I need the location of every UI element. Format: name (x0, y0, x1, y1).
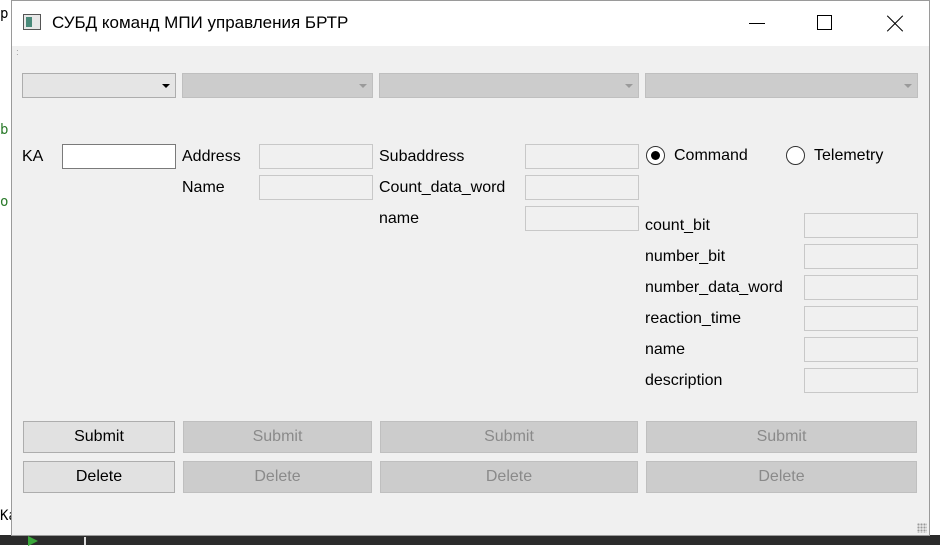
address-combobox[interactable] (182, 73, 373, 98)
count-data-word-field[interactable] (525, 175, 639, 200)
subaddress-name-field[interactable] (525, 206, 639, 231)
detail-delete-button[interactable]: Delete (646, 461, 917, 493)
minimize-button[interactable] (734, 1, 780, 46)
description-label: description (645, 372, 723, 389)
command-radio[interactable] (646, 146, 665, 165)
subaddress-name-label: name (379, 210, 420, 227)
subaddress-delete-button[interactable]: Delete (380, 461, 638, 493)
number-bit-field[interactable] (804, 244, 918, 269)
background-text: o (0, 194, 9, 210)
close-button[interactable] (870, 1, 916, 46)
reaction-time-field[interactable] (804, 306, 918, 331)
subaddress-label: Subaddress (379, 148, 465, 165)
title-bar[interactable]: СУБД команд МПИ управления БРТР (12, 1, 929, 46)
reaction-time-label: reaction_time (645, 310, 742, 327)
address-label: Address (182, 148, 241, 165)
detail-combobox[interactable] (645, 73, 918, 98)
app-icon (23, 14, 41, 30)
address-submit-button[interactable]: Submit (183, 421, 372, 453)
window-title: СУБД команд МПИ управления БРТР (52, 13, 349, 32)
chevron-down-icon (625, 84, 633, 88)
name-label: Name (182, 179, 225, 196)
description-field[interactable] (804, 368, 918, 393)
background-taskbar (0, 535, 940, 545)
app-window: СУБД команд МПИ управления БРТР · · KA Ad… (11, 0, 930, 536)
count-bit-label: count_bit (645, 217, 710, 234)
background-text: b (0, 122, 9, 138)
address-field[interactable] (259, 144, 373, 169)
address-delete-button[interactable]: Delete (183, 461, 372, 493)
resize-grip-icon[interactable] (917, 523, 927, 533)
ka-input[interactable] (62, 144, 176, 169)
ka-combobox[interactable] (22, 73, 176, 98)
detail-submit-button[interactable]: Submit (646, 421, 917, 453)
ka-submit-button[interactable]: Submit (23, 421, 175, 453)
count-bit-field[interactable] (804, 213, 918, 238)
number-data-word-field[interactable] (804, 275, 918, 300)
ka-label: KA (22, 148, 44, 165)
chevron-down-icon (162, 84, 170, 88)
name-field[interactable] (259, 175, 373, 200)
telemetry-radio[interactable] (786, 146, 805, 165)
subaddress-submit-button[interactable]: Submit (380, 421, 638, 453)
subaddress-field[interactable] (525, 144, 639, 169)
text-cursor (84, 537, 86, 545)
detail-name-field[interactable] (804, 337, 918, 362)
number-data-word-label: number_data_word (645, 279, 783, 296)
command-radio-label: Command (674, 147, 748, 164)
maximize-button[interactable] (802, 1, 848, 46)
background-text: p (0, 6, 9, 22)
ka-delete-button[interactable]: Delete (23, 461, 175, 493)
subaddress-combobox[interactable] (379, 73, 639, 98)
telemetry-radio-label: Telemetry (814, 147, 884, 164)
detail-name-label: name (645, 341, 686, 358)
chevron-down-icon (904, 84, 912, 88)
count-data-word-label: Count_data_word (379, 179, 506, 196)
chevron-down-icon (359, 84, 367, 88)
toolbar-grip-icon[interactable]: · · (16, 47, 19, 59)
number-bit-label: number_bit (645, 248, 726, 265)
